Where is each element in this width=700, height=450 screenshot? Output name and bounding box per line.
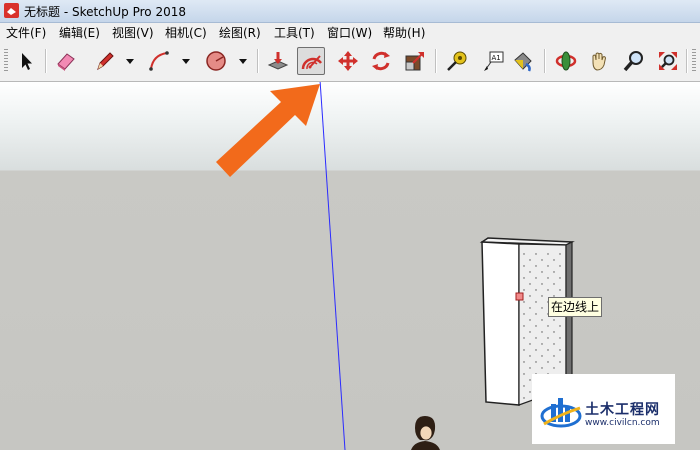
eraser-tool-button[interactable]: [52, 47, 80, 75]
menu-camera[interactable]: 相机(C): [165, 24, 207, 41]
scale-icon: [405, 52, 424, 71]
title-bar: 无标题 - SketchUp Pro 2018: [0, 0, 700, 23]
menu-draw[interactable]: 绘图(R): [219, 24, 261, 41]
toolbar-separator: [686, 49, 688, 73]
move-tool-button[interactable]: [334, 47, 362, 75]
zoom-icon: [623, 51, 643, 72]
menu-file[interactable]: 文件(F): [6, 24, 46, 41]
blue-axis-line: [319, 82, 346, 450]
menu-help[interactable]: 帮助(H): [383, 24, 425, 41]
watermark-url: www.civilcn.com: [585, 418, 660, 428]
eraser-icon: [57, 53, 75, 71]
paint-bucket-tool-button[interactable]: [509, 47, 537, 75]
toolbar-separator: [45, 49, 47, 73]
polygon-icon: [206, 51, 226, 71]
paint-bucket-icon: [514, 52, 532, 72]
toolbar-separator: [435, 49, 437, 73]
toolbar-separator: [257, 49, 259, 73]
push-pull-tool-button[interactable]: [264, 47, 292, 75]
zoom-tool-button[interactable]: [620, 47, 648, 75]
toolbar-separator: [544, 49, 546, 73]
svg-text:A1: A1: [492, 54, 501, 62]
text-icon: A1: [484, 51, 504, 71]
toolbar-grip[interactable]: [4, 49, 8, 73]
zoom-extents-tool-button[interactable]: [654, 47, 682, 75]
orbit-tool-button[interactable]: [552, 47, 580, 75]
window-title: 无标题 - SketchUp Pro 2018: [24, 5, 186, 19]
menu-tools[interactable]: 工具(T): [274, 24, 315, 41]
menu-window[interactable]: 窗口(W): [327, 24, 372, 41]
move-icon: [338, 51, 358, 71]
scale-tool-button[interactable]: [401, 47, 429, 75]
tape-measure-tool-button[interactable]: [443, 47, 471, 75]
watermark: 土木工程网 www.civilcn.com: [532, 374, 675, 444]
annotation-arrow: [216, 84, 320, 177]
pan-icon: [592, 52, 607, 71]
chevron-down-icon[interactable]: [124, 55, 136, 67]
polygon-tool-button[interactable]: [202, 47, 230, 75]
menu-edit[interactable]: 编辑(E): [59, 24, 100, 41]
toolbar-grip[interactable]: [692, 49, 696, 73]
select-tool-button[interactable]: [12, 47, 40, 75]
arc-icon: [149, 51, 169, 71]
select-icon: [22, 53, 32, 70]
pencil-tool-button[interactable]: [91, 47, 119, 75]
civilcn-logo-icon: [540, 398, 582, 428]
tape-measure-icon: [447, 51, 467, 71]
protractor-tool-button[interactable]: [297, 47, 325, 75]
orbit-icon: [555, 51, 577, 71]
pan-tool-button[interactable]: [585, 47, 613, 75]
arc-tool-button[interactable]: [145, 47, 173, 75]
sketchup-logo-icon: [4, 3, 19, 18]
text-tool-button[interactable]: A1: [479, 47, 507, 75]
push-pull-icon: [267, 52, 289, 70]
chevron-down-icon[interactable]: [180, 55, 192, 67]
main-toolbar: A1: [0, 41, 700, 82]
chevron-down-icon[interactable]: [237, 55, 249, 67]
protractor-icon: [301, 55, 322, 70]
scale-figure: [411, 416, 440, 450]
rotate-icon: [372, 51, 390, 71]
zoom-extents-icon: [659, 52, 677, 70]
menu-bar: 文件(F) 编辑(E) 视图(V) 相机(C) 绘图(R) 工具(T) 窗口(W…: [0, 23, 700, 41]
inference-tooltip: 在边线上: [548, 297, 603, 317]
watermark-brand: 土木工程网: [585, 402, 660, 418]
pencil-icon: [97, 52, 114, 71]
inference-point-marker: [515, 292, 524, 301]
menu-view[interactable]: 视图(V): [112, 24, 154, 41]
rotate-tool-button[interactable]: [367, 47, 395, 75]
